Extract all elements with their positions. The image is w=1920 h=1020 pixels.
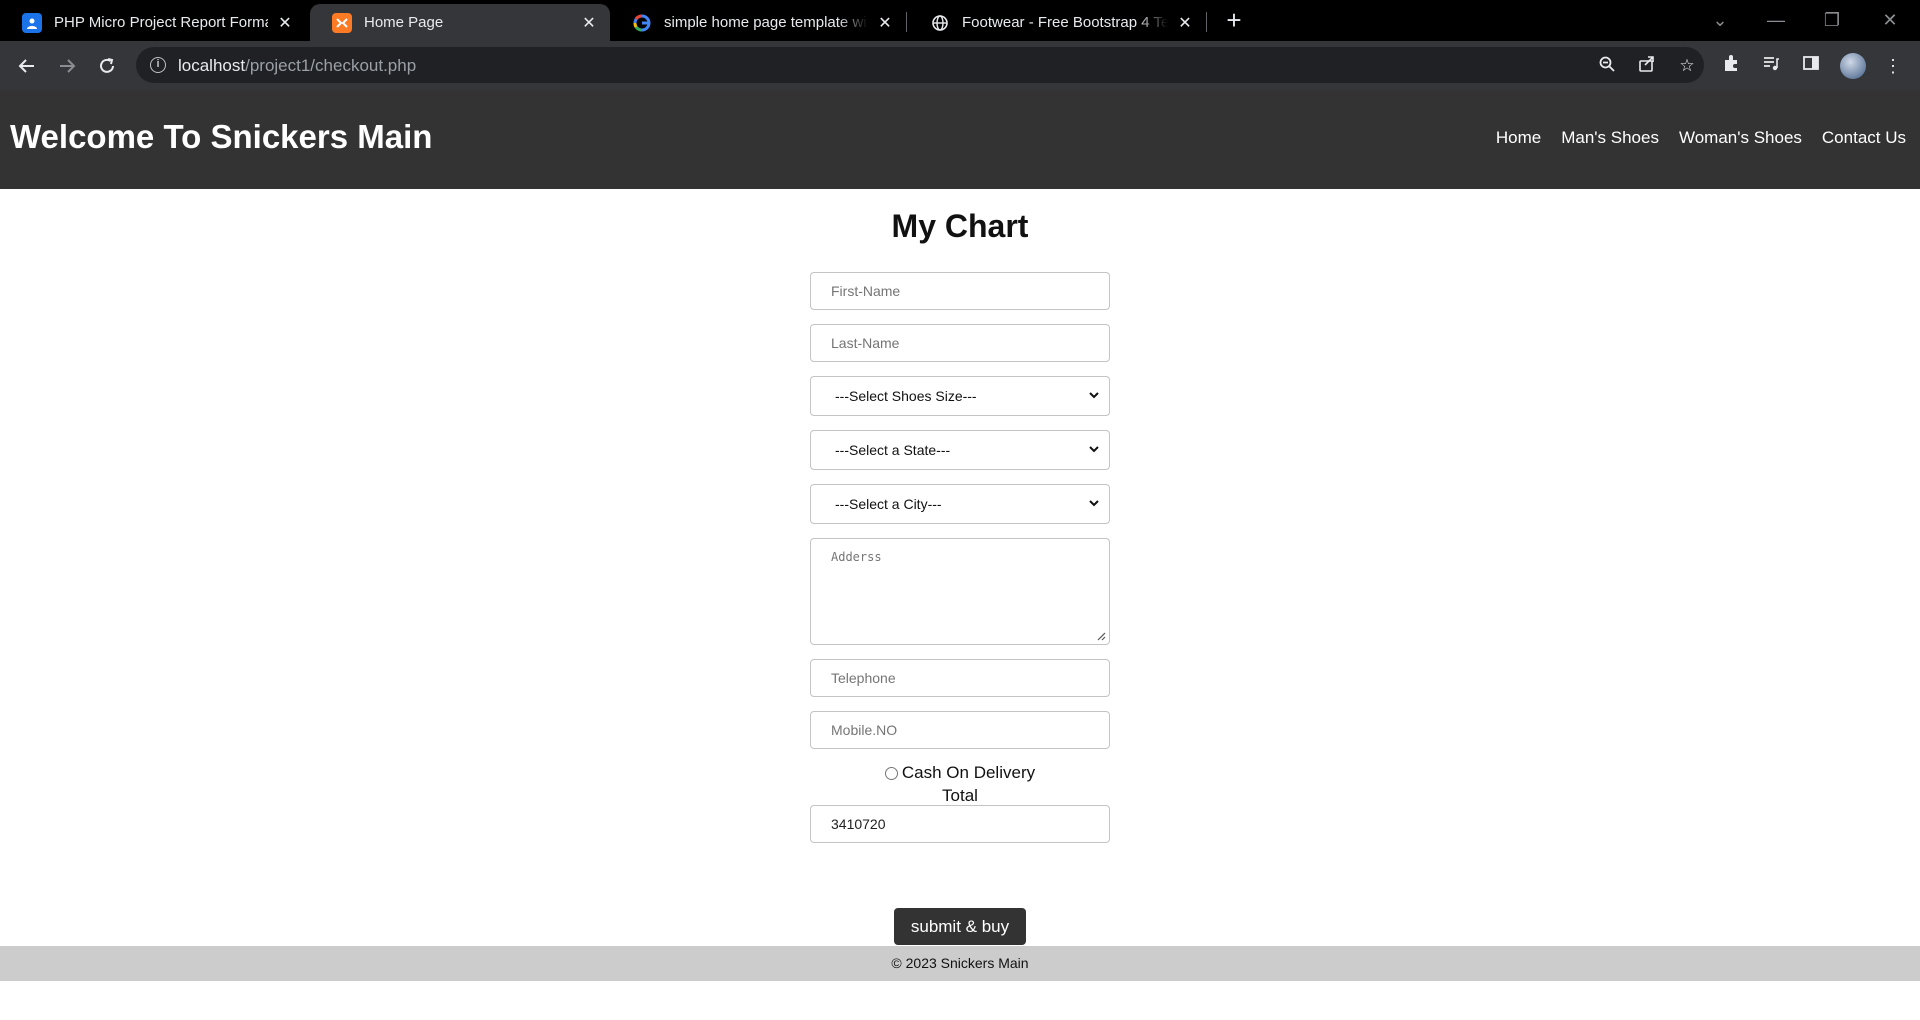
- tab-title: Home Page: [364, 14, 444, 31]
- profile-avatar[interactable]: [1840, 53, 1866, 79]
- tab-search-icon[interactable]: ⌄: [1700, 6, 1740, 34]
- extensions-icon[interactable]: [1718, 53, 1744, 79]
- bookmark-star-icon[interactable]: ☆: [1676, 55, 1698, 77]
- zoom-icon[interactable]: [1596, 55, 1618, 77]
- cash-on-delivery-label[interactable]: Cash On Delivery: [902, 763, 1035, 783]
- payment-option: Cash On Delivery: [0, 763, 1920, 783]
- nav-womens-shoes[interactable]: Woman's Shoes: [1679, 128, 1802, 148]
- new-tab-icon[interactable]: +: [1222, 7, 1246, 34]
- close-tab-icon[interactable]: ✕: [276, 14, 294, 32]
- nav-contact-us[interactable]: Contact Us: [1822, 128, 1906, 148]
- chevron-down-icon: [1089, 392, 1099, 399]
- address-bar[interactable]: i localhost/project1/checkout.php ☆: [136, 47, 1704, 83]
- tab-divider: [906, 12, 907, 32]
- close-tab-icon[interactable]: ✕: [876, 14, 894, 32]
- shoe-size-select[interactable]: ---Select Shoes Size---: [810, 376, 1110, 416]
- chevron-down-icon: [1089, 446, 1099, 453]
- minimize-icon[interactable]: —: [1756, 6, 1796, 34]
- tab-divider: [1206, 12, 1207, 32]
- state-selected-value: ---Select a State---: [835, 442, 951, 458]
- state-select[interactable]: ---Select a State---: [810, 430, 1110, 470]
- browser-tab-1[interactable]: PHP Micro Project Report Format ✕: [0, 4, 306, 41]
- side-panel-icon[interactable]: [1798, 53, 1824, 79]
- close-tab-icon[interactable]: ✕: [580, 14, 598, 32]
- tab-title: Footwear - Free Bootstrap 4 Tem: [962, 14, 1168, 31]
- site-footer: © 2023 Snickers Main: [0, 946, 1920, 981]
- telephone-field[interactable]: [810, 659, 1110, 697]
- total-label: Total: [942, 786, 978, 805]
- forward-icon[interactable]: [52, 51, 82, 81]
- back-icon[interactable]: [12, 51, 42, 81]
- site-title: Welcome To Snickers Main: [10, 118, 433, 155]
- url-text: localhost/project1/checkout.php: [178, 56, 417, 75]
- close-tab-icon[interactable]: ✕: [1176, 14, 1194, 32]
- site-nav: Home Man's Shoes Woman's Shoes Contact U…: [1476, 128, 1906, 148]
- mobile-field[interactable]: [810, 711, 1110, 749]
- site-header: Welcome To Snickers Main Home Man's Shoe…: [0, 90, 1920, 189]
- docs-icon: [22, 12, 42, 33]
- shoe-size-selected-value: ---Select Shoes Size---: [835, 388, 977, 404]
- browser-tab-4[interactable]: Footwear - Free Bootstrap 4 Tem ✕: [908, 4, 1206, 41]
- globe-icon: [930, 13, 950, 33]
- cash-on-delivery-radio[interactable]: [884, 766, 898, 780]
- xampp-icon: [332, 12, 352, 33]
- tab-title: PHP Micro Project Report Format: [54, 14, 268, 31]
- media-queue-icon[interactable]: [1758, 53, 1784, 79]
- browser-tab-3[interactable]: simple home page template with ✕: [610, 4, 906, 41]
- chevron-down-icon: [1089, 500, 1099, 507]
- window-close-icon[interactable]: ✕: [1870, 6, 1910, 34]
- city-select[interactable]: ---Select a City---: [810, 484, 1110, 524]
- nav-mens-shoes[interactable]: Man's Shoes: [1561, 128, 1659, 148]
- nav-home[interactable]: Home: [1496, 128, 1541, 148]
- page-title: My Chart: [891, 208, 1029, 244]
- last-name-field[interactable]: [810, 324, 1110, 362]
- browser-toolbar: i localhost/project1/checkout.php ☆ ⋮: [0, 41, 1920, 90]
- kebab-menu-icon[interactable]: ⋮: [1880, 53, 1906, 79]
- city-selected-value: ---Select a City---: [835, 496, 942, 512]
- first-name-field[interactable]: [810, 272, 1110, 310]
- submit-buy-button[interactable]: submit & buy: [894, 908, 1026, 945]
- address-field[interactable]: [810, 538, 1110, 645]
- reload-icon[interactable]: [92, 51, 122, 81]
- browser-tab-strip: PHP Micro Project Report Format ✕ Home P…: [0, 0, 1920, 41]
- tab-title: simple home page template with: [664, 14, 868, 31]
- share-icon[interactable]: [1636, 55, 1658, 77]
- total-field[interactable]: [810, 805, 1110, 843]
- resize-handle-icon[interactable]: [1096, 631, 1106, 641]
- site-info-icon[interactable]: i: [150, 57, 166, 73]
- google-icon: [632, 13, 652, 33]
- browser-tab-2[interactable]: Home Page ✕: [310, 4, 610, 41]
- restore-icon[interactable]: ❐: [1812, 6, 1852, 34]
